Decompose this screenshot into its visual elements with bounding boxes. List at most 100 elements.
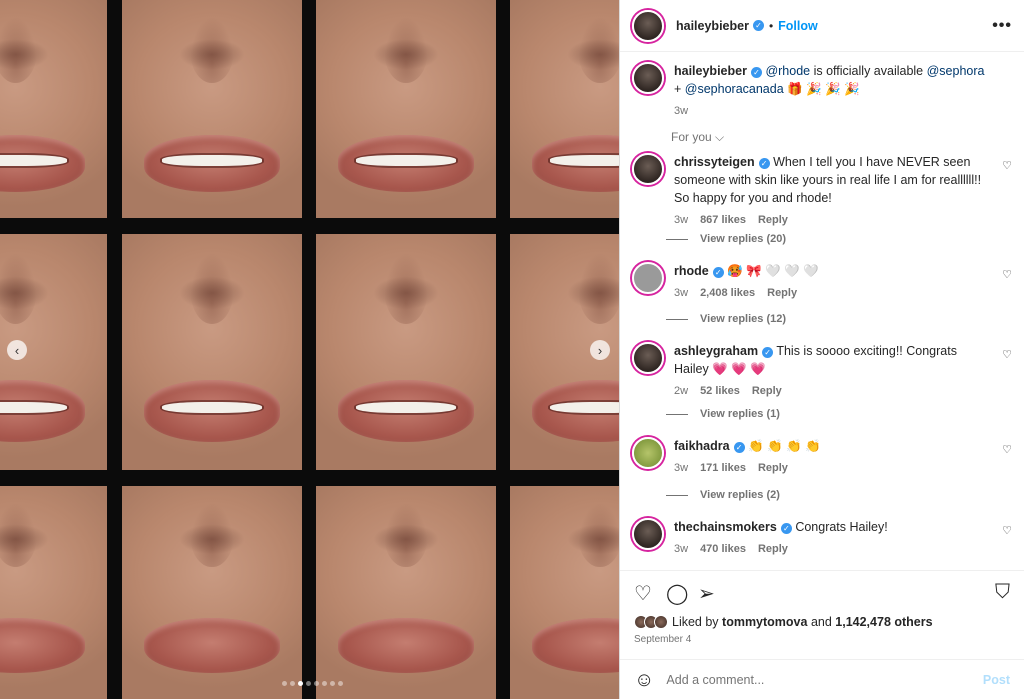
verified-badge-icon: ✓: [762, 347, 774, 358]
avatar[interactable]: [632, 62, 664, 94]
next-arrow-icon[interactable]: ›: [590, 340, 610, 360]
comment-likes[interactable]: 470 likes: [700, 543, 746, 555]
comment-item: thechainsmokers ✓ Congrats Hailey! 3w 470 …: [632, 518, 1012, 558]
comment-username[interactable]: rhode: [674, 264, 709, 278]
comment-like-heart-icon[interactable]: ♡: [1002, 443, 1012, 456]
comment-likes[interactable]: 52 likes: [700, 385, 740, 397]
follow-button[interactable]: Follow: [778, 19, 818, 33]
emoji-icon[interactable]: ☺: [634, 669, 654, 692]
comment-time[interactable]: 3w: [674, 462, 688, 474]
caption-time[interactable]: 3w: [674, 105, 688, 117]
likes-middle: and: [807, 615, 836, 629]
comment-like-heart-icon[interactable]: ♡: [1002, 268, 1012, 281]
carousel-dot: [338, 681, 343, 686]
verified-badge-icon: ✓: [733, 442, 745, 453]
carousel-dot: [330, 681, 335, 686]
carousel-dots: [282, 681, 343, 686]
caption-body: haileybieber ✓ @rhode is officially avail…: [674, 62, 1012, 120]
comment-likes[interactable]: 2,408 likes: [700, 287, 755, 299]
likes-prefix: Liked by: [672, 615, 723, 629]
liked-by-user[interactable]: tommytomova: [722, 615, 807, 629]
view-replies-button[interactable]: View replies (20): [666, 233, 786, 245]
verified-badge-icon: ✓: [712, 267, 724, 278]
comment-time[interactable]: 3w: [674, 214, 688, 226]
mention-link[interactable]: @rhode: [765, 64, 810, 78]
comment-item: faikhadra ✓ 👏 👏 👏 👏 3w 171 likes Reply ♡: [632, 437, 1012, 477]
share-icon[interactable]: ➢: [698, 581, 715, 606]
reply-button[interactable]: Reply: [758, 543, 788, 555]
view-replies-label: View replies (2): [700, 489, 780, 501]
view-replies-button[interactable]: View replies (2): [666, 489, 780, 501]
photo-tile: [316, 234, 496, 470]
reply-button[interactable]: Reply: [758, 462, 788, 474]
photo-tile: [0, 0, 107, 218]
reply-button[interactable]: Reply: [758, 214, 788, 226]
caption-text: is officially available: [810, 64, 927, 78]
mention-link[interactable]: @sephora: [927, 64, 985, 78]
comment-text: 🥵 🎀 🤍 🤍 🤍: [727, 264, 819, 278]
comment-text: 👏 👏 👏 👏: [748, 439, 821, 453]
carousel-dot-active: [298, 681, 303, 686]
comment-icon[interactable]: ◯: [666, 581, 688, 606]
photo-tile: [316, 486, 496, 699]
reply-button[interactable]: Reply: [767, 287, 797, 299]
photo-tile: [122, 234, 302, 470]
caption-text: +: [674, 82, 685, 96]
comment-text: Congrats Hailey!: [795, 520, 888, 534]
bookmark-icon[interactable]: ⛉: [995, 581, 1010, 604]
post-actions: ♡ ◯ ➢ ⛉ Liked by tommytomova and 1,142,4…: [620, 570, 1024, 699]
verified-badge-icon: ✓: [750, 67, 762, 78]
comment-like-heart-icon[interactable]: ♡: [1002, 348, 1012, 361]
comment-likes[interactable]: 171 likes: [700, 462, 746, 474]
comment-time[interactable]: 2w: [674, 385, 688, 397]
view-replies-button[interactable]: View replies (12): [666, 313, 786, 325]
likes-count[interactable]: 1,142,478 others: [835, 615, 932, 629]
reply-button[interactable]: Reply: [752, 385, 782, 397]
comment-time[interactable]: 3w: [674, 287, 688, 299]
comment-username[interactable]: ashleygraham: [674, 344, 758, 358]
comment-time[interactable]: 3w: [674, 543, 688, 555]
view-replies-label: View replies (12): [700, 313, 787, 325]
photo-tile: [0, 486, 107, 699]
caption-username[interactable]: haileybieber: [674, 64, 747, 78]
comment-input[interactable]: [666, 673, 983, 687]
avatar[interactable]: [632, 153, 664, 185]
post-button[interactable]: Post: [983, 673, 1010, 687]
post-header: haileybieber ✓ • Follow •••: [620, 0, 1024, 52]
previous-arrow-icon[interactable]: ‹: [7, 340, 27, 360]
avatar[interactable]: [632, 342, 664, 374]
likes-summary[interactable]: Liked by tommytomova and 1,142,478 other…: [634, 615, 933, 629]
mention-link[interactable]: @sephoracanada: [685, 82, 784, 96]
comments-list[interactable]: haileybieber ✓ @rhode is officially avail…: [620, 52, 1024, 570]
add-comment-bar: ☺ Post: [620, 659, 1024, 699]
comment-username[interactable]: faikhadra: [674, 439, 730, 453]
post-media[interactable]: ‹ ›: [0, 0, 619, 699]
more-options-icon[interactable]: •••: [992, 17, 1012, 35]
photo-tile: [316, 0, 496, 218]
sort-dropdown[interactable]: For you ⌵: [671, 130, 724, 145]
heart-icon[interactable]: ♡: [634, 581, 652, 606]
avatar[interactable]: [632, 437, 664, 469]
comment-username[interactable]: thechainsmokers: [674, 520, 777, 534]
comment-item: rhode ✓ 🥵 🎀 🤍 🤍 🤍 3w 2,408 likes Reply ♡: [632, 262, 1012, 302]
view-replies-label: View replies (1): [700, 408, 780, 420]
comment-username[interactable]: chrissyteigen: [674, 155, 755, 169]
author-username[interactable]: haileybieber: [676, 19, 749, 33]
avatar[interactable]: [632, 518, 664, 550]
comment-like-heart-icon[interactable]: ♡: [1002, 524, 1012, 537]
caption-emojis: 🎁 🎉 🎉 🎉: [783, 82, 860, 96]
post-date[interactable]: September 4: [634, 634, 691, 645]
view-replies-button[interactable]: View replies (1): [666, 408, 780, 420]
comment-likes[interactable]: 867 likes: [700, 214, 746, 226]
avatar[interactable]: [632, 9, 664, 42]
carousel-dot: [306, 681, 311, 686]
avatar[interactable]: [632, 262, 664, 294]
carousel-dot: [290, 681, 295, 686]
avatar: [654, 615, 668, 629]
comment-item: ashleygraham ✓ This is soooo exciting!! C…: [632, 342, 1012, 400]
photo-tile: [122, 0, 302, 218]
photo-tile: [510, 486, 619, 699]
comment-like-heart-icon[interactable]: ♡: [1002, 159, 1012, 172]
comment-item: chrissyteigen ✓ When I tell you I have NE…: [632, 153, 1012, 229]
verified-badge-icon: ✓: [758, 158, 770, 169]
